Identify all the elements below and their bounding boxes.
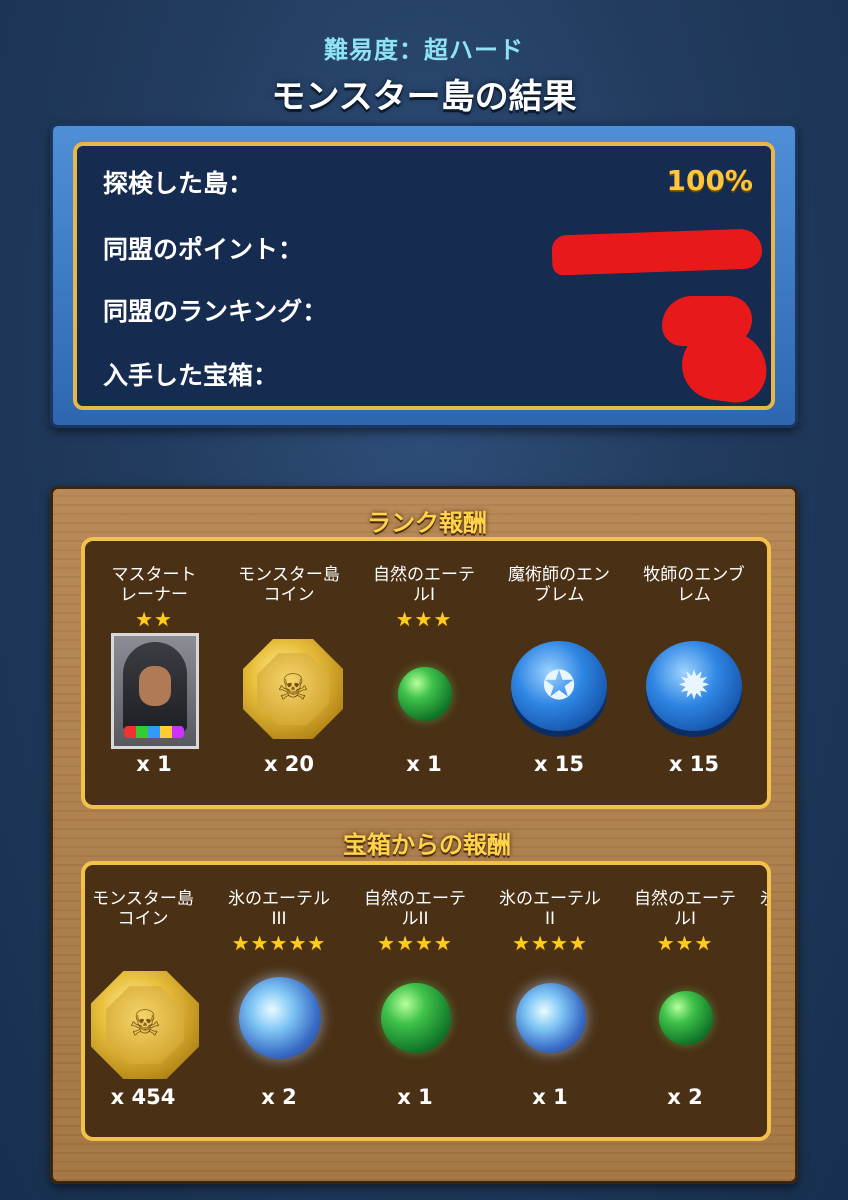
stats-inner-frame: 探検した島： 100% 同盟のポイント： 同盟のランキング： 入手した宝箱： bbox=[73, 142, 775, 410]
rank-rewards-title: ランク報酬 bbox=[367, 509, 487, 537]
rewards-panel: ランク報酬 マスタート レーナー ★★ x 1 モンスター島 コイン ☠ x 2… bbox=[50, 486, 798, 1184]
reward-item[interactable]: 魔術師のエン ブレム ✪ x 15 bbox=[491, 541, 627, 805]
reward-item[interactable]: 自然のエーテ ルII ★★★★ x 1 bbox=[347, 865, 483, 1137]
master-trainer-portrait-icon bbox=[111, 633, 199, 749]
item-name: 氷のエーテル III bbox=[228, 889, 330, 929]
pentagram-icon: ✪ bbox=[542, 663, 576, 709]
item-qty: x 454 bbox=[110, 1085, 176, 1109]
explored-label: 探検した島： bbox=[103, 169, 254, 198]
wizard-emblem-icon: ✪ bbox=[511, 641, 607, 731]
item-stars: ★★★★★ bbox=[231, 931, 327, 955]
difficulty-label: 難易度：超ハード bbox=[324, 36, 524, 64]
gems-shape bbox=[124, 726, 184, 738]
item-qty: x 1 bbox=[397, 1085, 433, 1109]
reward-item[interactable]: 自然のエーテ ルⅠ ★★★ x 2 bbox=[617, 865, 753, 1137]
item-qty: x 2 bbox=[667, 1085, 703, 1109]
item-qty: x 20 bbox=[263, 752, 315, 776]
item-stars: ★★★★ bbox=[512, 931, 588, 955]
item-qty: x 1 bbox=[406, 752, 442, 776]
chest-rewards-box: モンスター島 コイン ☠ x 454 氷のエーテル III ★★★★★ x 2 … bbox=[81, 861, 771, 1141]
item-qty: x 2 bbox=[261, 1085, 297, 1109]
item-name: 自然のエーテ ルⅠ bbox=[373, 565, 475, 605]
reward-item[interactable]: 氷のエーテル III ★★★★★ x 2 bbox=[211, 865, 347, 1137]
monster-island-coin-icon: ☠ bbox=[91, 971, 199, 1079]
item-name: モンスター島 コイン bbox=[238, 565, 340, 605]
reward-item[interactable]: 牧師のエンブ レム ✹ x 15 bbox=[626, 541, 762, 805]
item-qty: x 1 bbox=[136, 752, 172, 776]
item-stars: ★★★★ bbox=[377, 931, 453, 955]
nature-aether-orb-icon bbox=[398, 667, 452, 721]
ice-aether-orb-icon bbox=[239, 977, 321, 1059]
explored-value: 100% bbox=[666, 164, 753, 197]
skull-icon: ☠ bbox=[128, 1003, 162, 1045]
item-name: 氷 bbox=[752, 889, 767, 909]
results-header: 難易度：超ハード モンスター島の結果 bbox=[0, 30, 848, 118]
item-name: マスタート レーナー bbox=[111, 565, 197, 605]
reward-item[interactable]: モンスター島 コイン ☠ x 454 bbox=[85, 865, 211, 1137]
monster-island-coin-icon: ☠ bbox=[243, 639, 343, 739]
skull-icon: ☠ bbox=[276, 667, 310, 709]
chest-rewards-title: 宝箱からの報酬 bbox=[343, 831, 511, 859]
nature-aether-orb-icon bbox=[381, 983, 451, 1053]
nature-aether-orb-icon bbox=[659, 991, 713, 1045]
item-stars: ★★★ bbox=[656, 931, 714, 955]
alliance-ranking-label: 同盟のランキング： bbox=[103, 297, 328, 326]
stats-panel: 探検した島： 100% 同盟のポイント： 同盟のランキング： 入手した宝箱： bbox=[50, 123, 798, 428]
rank-rewards-box: マスタート レーナー ★★ x 1 モンスター島 コイン ☠ x 20 自然のエ… bbox=[81, 537, 771, 809]
face-shape bbox=[139, 666, 171, 706]
stat-row-alliance-ranking: 同盟のランキング： bbox=[103, 292, 753, 332]
item-name: 牧師のエンブ レム bbox=[643, 565, 745, 605]
item-name: 魔術師のエン ブレム bbox=[508, 565, 610, 605]
ice-aether-orb-icon bbox=[516, 983, 586, 1053]
reward-item[interactable]: 氷のエーテル II ★★★★ x 1 bbox=[482, 865, 618, 1137]
reward-item[interactable]: マスタート レーナー ★★ x 1 bbox=[86, 541, 222, 805]
item-stars: ★★ bbox=[135, 607, 173, 631]
item-qty: x 15 bbox=[533, 752, 585, 776]
reward-item[interactable]: 自然のエーテ ルⅠ ★★★ x 1 bbox=[356, 541, 492, 805]
page-title: モンスター島の結果 bbox=[271, 77, 577, 117]
item-qty: x 1 bbox=[532, 1085, 568, 1109]
stat-row-chests: 入手した宝箱： bbox=[103, 356, 753, 396]
item-qty: x 15 bbox=[668, 752, 720, 776]
reward-item-partial[interactable]: 氷 bbox=[752, 865, 767, 1137]
item-name: 自然のエーテ ルII bbox=[364, 889, 466, 929]
item-stars: ★★★ bbox=[395, 607, 453, 631]
cleric-emblem-icon: ✹ bbox=[646, 641, 742, 731]
redaction-scribble bbox=[551, 228, 763, 276]
item-name: モンスター島 コイン bbox=[92, 889, 194, 929]
item-name: 氷のエーテル II bbox=[499, 889, 601, 929]
item-name: 自然のエーテ ルⅠ bbox=[634, 889, 736, 929]
chests-label: 入手した宝箱： bbox=[103, 361, 279, 390]
sun-icon: ✹ bbox=[677, 663, 711, 709]
stat-row-explored: 探検した島： 100% bbox=[103, 164, 753, 204]
reward-item[interactable]: モンスター島 コイン ☠ x 20 bbox=[221, 541, 357, 805]
alliance-points-label: 同盟のポイント： bbox=[103, 235, 304, 264]
